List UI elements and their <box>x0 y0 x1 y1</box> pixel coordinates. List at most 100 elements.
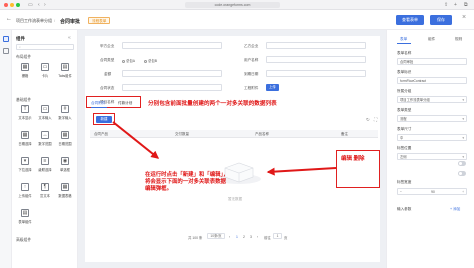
grid-icon: ▦ <box>21 63 29 71</box>
address-bar[interactable]: code.orangeforms.com <box>185 2 280 8</box>
component-radio[interactable]: ◉ 单选框 <box>56 156 74 175</box>
prop-label: 表单名称 <box>397 51 412 55</box>
table-icon: ▦ <box>61 183 69 191</box>
component-input[interactable]: ▭ 文本输入 <box>36 104 54 123</box>
form-type-select[interactable]: 流程 ▾ <box>397 115 467 122</box>
party-a-input[interactable] <box>122 42 222 49</box>
breadcrumb-group[interactable]: 项目工作流表单分组 <box>16 18 52 24</box>
zoom-dot-icon[interactable] <box>16 3 20 7</box>
toggle-switch[interactable] <box>458 161 466 166</box>
page-number[interactable]: 2 <box>243 235 245 239</box>
page-number[interactable]: 1 <box>236 235 238 239</box>
breadcrumb-separator: / <box>54 18 56 23</box>
component-cascader[interactable]: ≡ 级联选择 <box>36 156 54 175</box>
component-tabs[interactable]: ▤ Tabs组件 <box>56 62 74 81</box>
form-key-input[interactable]: formFlowContract <box>397 77 467 84</box>
status-badge: 流程表单 <box>88 16 111 24</box>
plus-icon: + <box>462 190 464 194</box>
refresh-icon[interactable]: ↻ <box>366 117 370 123</box>
component-card[interactable]: ▭ 卡片 <box>36 62 54 81</box>
preview-button[interactable]: 查看表单 <box>396 15 424 25</box>
tabs-icon[interactable]: ⧉ <box>464 2 468 8</box>
close-dot-icon[interactable] <box>4 3 8 7</box>
due-date-input[interactable] <box>266 70 366 77</box>
label-amount: 金额 <box>104 72 112 76</box>
component-date-range[interactable]: ▦ 日期范围 <box>56 130 74 149</box>
component-text[interactable]: T 文本显示 <box>16 104 34 123</box>
collapse-icon[interactable]: « <box>68 35 71 41</box>
calendar-icon: ▦ <box>21 131 29 139</box>
party-b-input[interactable] <box>266 42 366 49</box>
component-richtext[interactable]: ¶ 富文本 <box>36 182 54 201</box>
component-select[interactable]: ▾ 下拉选择 <box>16 156 34 175</box>
prop-label: 标签位置 <box>397 146 412 150</box>
forward-icon[interactable]: › <box>44 2 46 8</box>
tab-active-indicator <box>91 107 107 108</box>
upload-icon: ↑ <box>21 183 29 191</box>
chevron-down-icon: ▾ <box>462 136 464 140</box>
minimize-dot-icon[interactable] <box>10 3 14 7</box>
tab-component-props[interactable]: 组件 <box>428 37 435 42</box>
prop-label: 表单尺寸 <box>397 127 412 131</box>
component-number-range[interactable]: ↔ 数字范围 <box>36 130 54 149</box>
close-icon[interactable]: × <box>462 14 466 21</box>
pager-total: 共 100 条 <box>188 236 203 240</box>
page-number[interactable]: 3 <box>250 235 252 239</box>
outline-icon[interactable] <box>3 48 9 54</box>
prev-page-icon[interactable]: ‹ <box>229 235 230 239</box>
component-grid[interactable]: ▦ 栅格 <box>16 62 34 81</box>
new-tab-icon[interactable]: + <box>454 2 457 8</box>
back-icon[interactable]: ‹ <box>38 2 40 8</box>
toggle-switch[interactable] <box>458 171 466 176</box>
radio-option-a[interactable]: 总包A <box>122 58 135 63</box>
next-page-icon[interactable]: › <box>257 235 258 239</box>
table-header <box>90 130 378 138</box>
page-size-select[interactable]: 10条/页 <box>207 233 225 239</box>
number-icon: # <box>61 105 69 113</box>
user-name-input[interactable] <box>266 56 366 63</box>
chevron-down-icon: ▾ <box>462 98 464 102</box>
label-due-date: 到期日期 <box>244 72 259 76</box>
radio-option-b[interactable]: 总包B <box>144 58 157 63</box>
column-header: 交付数量 <box>175 132 189 136</box>
tab-contract-attachment[interactable]: 合同附件 <box>91 101 105 106</box>
component-search-input[interactable]: ⌕ <box>16 44 74 50</box>
column-header: 产品名称 <box>255 132 269 136</box>
tab-rule-props[interactable]: 规则 <box>455 37 462 42</box>
component-number[interactable]: # 数字输入 <box>56 104 74 123</box>
amount-input[interactable] <box>122 70 222 77</box>
goto-page-input[interactable]: 1 <box>273 233 282 239</box>
annotation-edit-delete: 编辑 删除 <box>341 156 365 162</box>
label-position-select[interactable]: 左侧 ▾ <box>397 153 467 160</box>
panel-title: 组件 <box>16 36 25 41</box>
goto-label: 前往 <box>264 236 271 240</box>
tab-payment-plan[interactable]: 付款计划 <box>118 101 132 106</box>
component-date[interactable]: ▦ 日期选择 <box>16 130 34 149</box>
share-icon[interactable]: ⇪ <box>444 2 448 8</box>
fullscreen-icon[interactable]: ⛶ <box>374 117 377 122</box>
save-button[interactable]: 保存 <box>430 15 452 25</box>
date-range-icon: ▦ <box>61 131 69 139</box>
component-table[interactable]: ▦ 数据表格 <box>56 182 74 201</box>
component-form[interactable]: ▤ 表单组件 <box>16 208 34 227</box>
form-name-input[interactable]: 合同审批 <box>397 58 467 65</box>
minus-icon: − <box>400 190 402 194</box>
tab-form-props[interactable]: 表单 <box>400 37 407 42</box>
upload-button[interactable]: 上传 <box>266 84 279 91</box>
contract-status-select[interactable] <box>122 84 222 91</box>
label-width-stepper[interactable]: −90 + <box>397 188 467 195</box>
label-attachment: 工程附件 <box>244 86 259 90</box>
form-group-select[interactable]: 项目工作流表单分组 ▾ <box>397 96 467 103</box>
back-arrow-icon[interactable]: ← <box>6 16 12 22</box>
components-icon[interactable] <box>3 36 9 42</box>
sidebar-icon[interactable]: ▭ <box>28 2 33 8</box>
label-party-a: 甲方企业 <box>100 44 115 48</box>
column-header: 合同产品 <box>94 132 108 136</box>
page-unit-label: 页 <box>284 236 288 240</box>
form-size-select[interactable]: 中 ▾ <box>397 134 467 141</box>
new-button[interactable]: 新建 <box>96 116 112 123</box>
chevron-down-icon: ▾ <box>462 155 464 159</box>
add-param-button[interactable]: + 添加 <box>450 207 460 212</box>
component-upload[interactable]: ↑ 上传组件 <box>16 182 34 201</box>
chevron-down-icon: ▾ <box>462 117 464 121</box>
